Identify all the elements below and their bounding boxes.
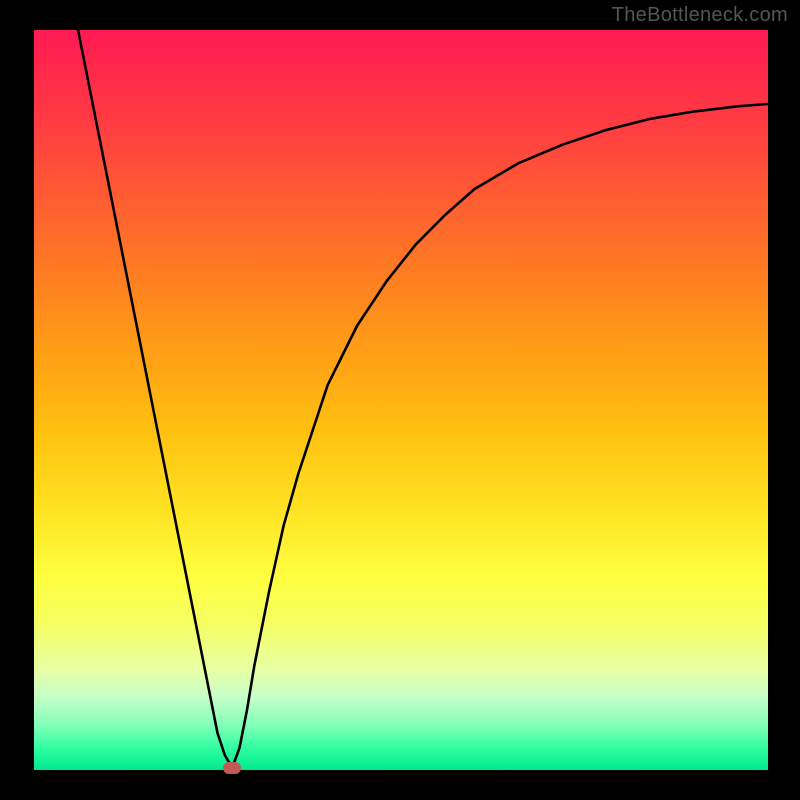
watermark-text: TheBottleneck.com (612, 4, 788, 27)
curve-layer (34, 30, 768, 770)
chart-frame: TheBottleneck.com (0, 0, 800, 800)
optimal-point-marker (223, 762, 241, 774)
bottleneck-curve (78, 30, 768, 768)
plot-area (34, 30, 768, 770)
